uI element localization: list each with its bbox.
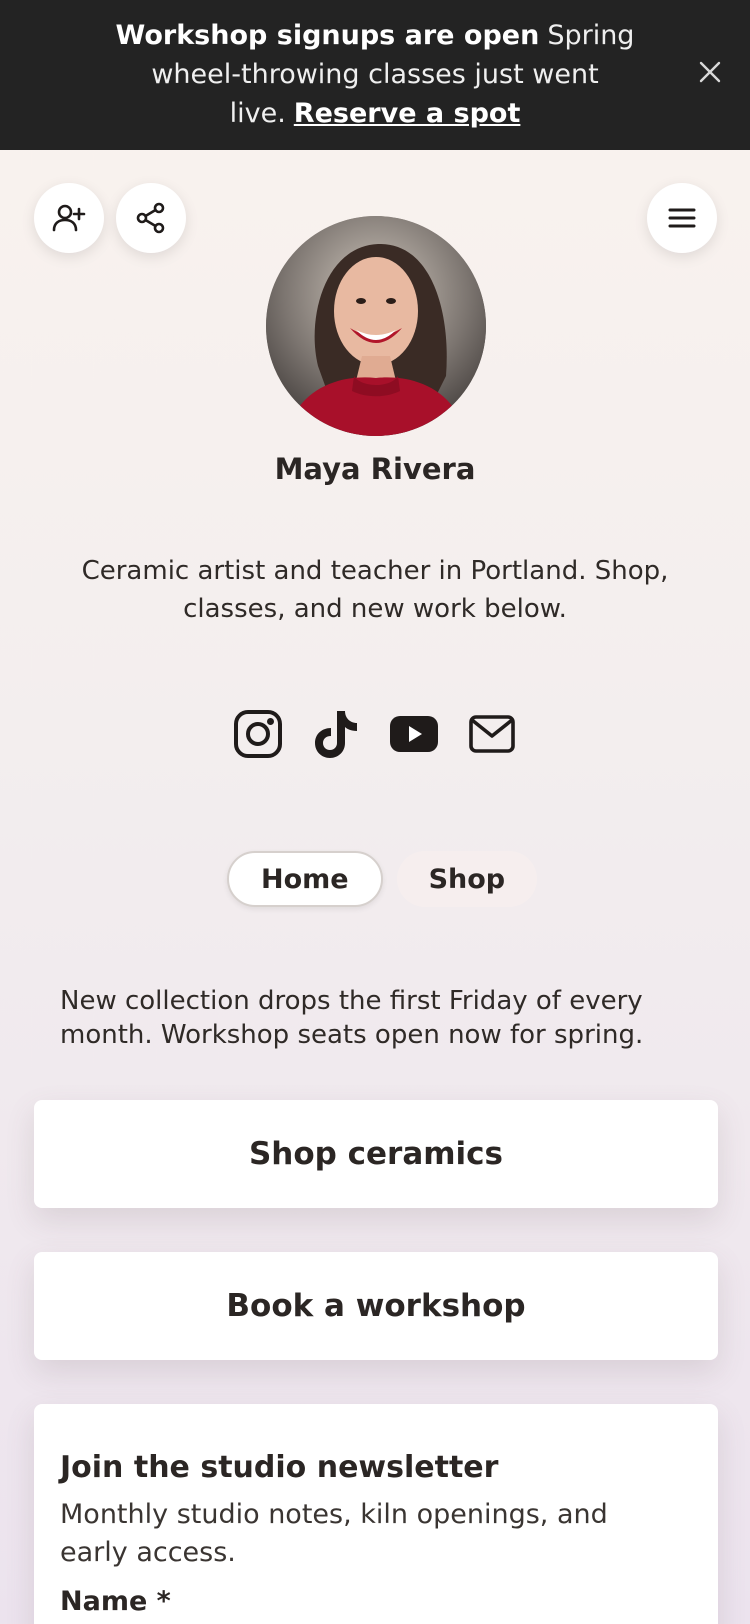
close-banner-button[interactable] [692, 54, 728, 90]
banner-title: Workshop signups are open [115, 20, 540, 51]
book-workshop-link[interactable]: Book a workshop [34, 1252, 718, 1360]
reserve-spot-link[interactable]: Reserve a spot [294, 98, 521, 129]
tiktok-link[interactable] [308, 706, 364, 762]
announcement-note: New collection drops the first Friday of… [60, 986, 644, 1050]
follow-button[interactable] [34, 183, 104, 253]
social-links [230, 704, 520, 764]
close-icon [699, 61, 721, 83]
shop-ceramics-link[interactable]: Shop ceramics [34, 1100, 718, 1208]
menu-button[interactable] [647, 183, 717, 253]
banner-text: Workshop signups are open Spring wheel-th… [70, 16, 680, 133]
newsletter-form: Join the studio newsletter Monthly studi… [34, 1404, 718, 1624]
name-field-label: Name * [60, 1586, 171, 1617]
email-link[interactable] [464, 706, 520, 762]
hamburger-menu-icon [668, 208, 696, 228]
user-plus-icon [52, 204, 86, 232]
profile-tabs: Home Shop [227, 851, 538, 907]
newsletter-description: Monthly studio notes, kiln openings, and… [60, 1499, 608, 1568]
newsletter-title: Join the studio newsletter [60, 1450, 499, 1485]
share-button[interactable] [116, 183, 186, 253]
profile-bio: Ceramic artist and teacher in Portland. … [81, 556, 669, 624]
youtube-icon [390, 716, 438, 752]
tab-home[interactable]: Home [227, 851, 383, 907]
announcement-banner: Workshop signups are open Spring wheel-th… [0, 0, 750, 150]
instagram-link[interactable] [230, 706, 286, 762]
avatar [266, 216, 486, 436]
profile-name: Maya Rivera [274, 452, 476, 486]
tiktok-icon [315, 711, 357, 758]
share-icon [136, 202, 165, 234]
youtube-link[interactable] [386, 706, 442, 762]
instagram-icon [234, 710, 282, 758]
tab-shop[interactable]: Shop [396, 851, 538, 907]
email-icon [469, 715, 515, 753]
